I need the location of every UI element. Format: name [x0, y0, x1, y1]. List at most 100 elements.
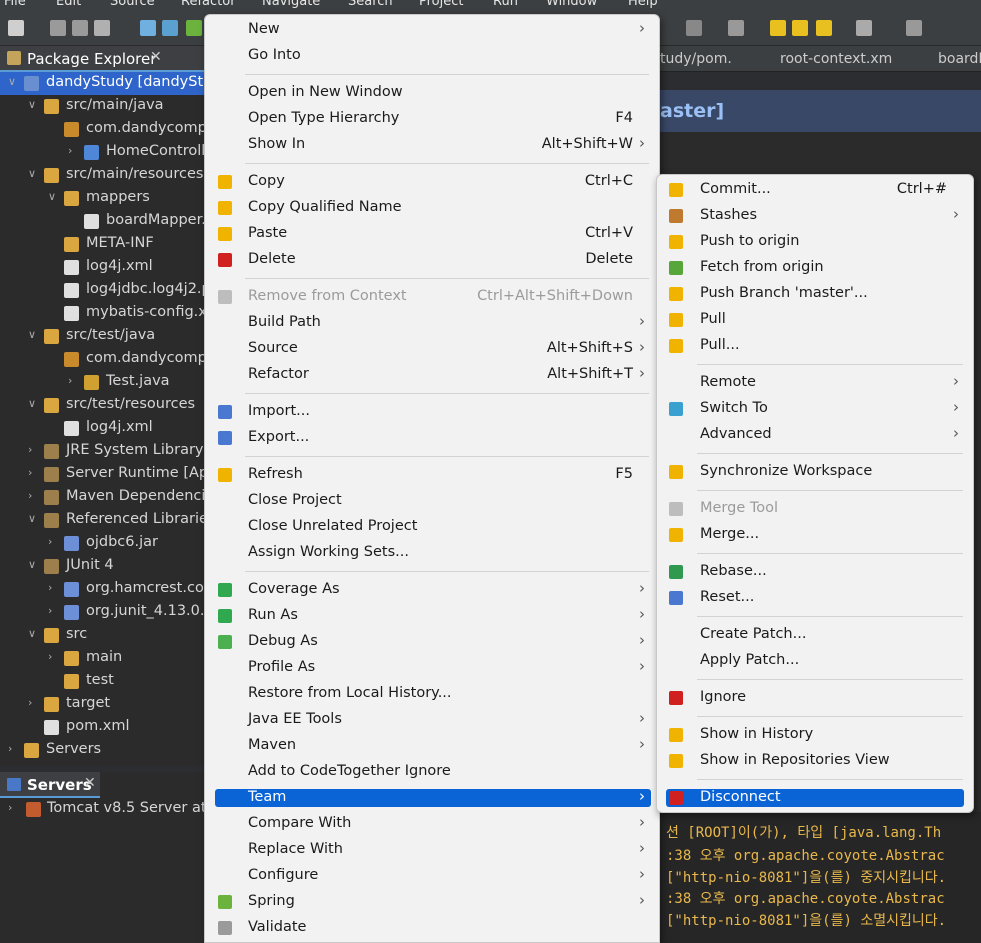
menu-item-synchronize-workspace[interactable]: Synchronize Workspace	[657, 459, 975, 485]
menu-item-create-patch[interactable]: Create Patch...	[657, 622, 975, 648]
next-annotation-icon[interactable]	[792, 20, 808, 36]
menu-item-export[interactable]: Export...	[205, 425, 661, 451]
chevron-right-icon[interactable]: ›	[68, 144, 78, 157]
chevron-right-icon[interactable]: ›	[28, 489, 38, 502]
tree-item-server-runtime-apache-tomcat-v8-5[interactable]: › Server Runtime [Apache Tomcat v8.5]	[0, 463, 210, 486]
menu-item-validate[interactable]: Validate	[205, 915, 661, 941]
menu-item-java-ee-tools[interactable]: Java EE Tools ›	[205, 707, 661, 733]
menu-item-build-path[interactable]: Build Path ›	[205, 310, 661, 336]
menu-item-close-unrelated-project[interactable]: Close Unrelated Project	[205, 514, 661, 540]
chevron-right-icon[interactable]: ›	[28, 466, 38, 479]
tree-item-test-java[interactable]: › Test.java	[0, 371, 210, 394]
chevron-down-icon[interactable]: ∨	[28, 98, 38, 111]
chevron-down-icon[interactable]: ∨	[28, 512, 38, 525]
menu-help[interactable]: Help	[628, 0, 658, 9]
menu-item-ignore[interactable]: Ignore	[657, 685, 975, 711]
tree-item-com-dandycompany-study[interactable]: com.dandycompany.study	[0, 348, 210, 371]
tree-item-maven-dependencies[interactable]: › Maven Dependencies	[0, 486, 210, 509]
package-explorer-tab[interactable]: Package Explorer ✕	[0, 46, 210, 72]
menu-item-close-project[interactable]: Close Project	[205, 488, 661, 514]
menu-item-import[interactable]: Import...	[205, 399, 661, 425]
tree-item-meta-inf[interactable]: META-INF	[0, 233, 210, 256]
menu-item-pull[interactable]: Pull...	[657, 333, 975, 359]
save-icon[interactable]	[50, 20, 66, 36]
menu-item-show-in-repositories-view[interactable]: Show in Repositories View	[657, 748, 975, 774]
tree-item-junit-4[interactable]: ∨ JUnit 4	[0, 555, 210, 578]
menu-item-rebase[interactable]: Rebase...	[657, 559, 975, 585]
tree-item-log4j-xml[interactable]: log4j.xml	[0, 417, 210, 440]
tree-item-org-junit-4-13-0-v2020[interactable]: › org.junit_4.13.0.v2020	[0, 601, 210, 624]
save-all-icon[interactable]	[72, 20, 88, 36]
menu-item-disconnect[interactable]: Disconnect	[666, 789, 964, 807]
tree-item-pom-xml[interactable]: pom.xml	[0, 716, 210, 739]
menu-item-new[interactable]: New ›	[205, 17, 661, 43]
menu-item-stashes[interactable]: Stashes ›	[657, 203, 975, 229]
menu-navigate[interactable]: Navigate	[262, 0, 320, 9]
tree-item-target[interactable]: › target	[0, 693, 210, 716]
close-icon[interactable]: ✕	[84, 775, 96, 791]
tree-item-src-test-resources[interactable]: ∨ src/test/resources	[0, 394, 210, 417]
chevron-down-icon[interactable]: ∨	[48, 190, 58, 203]
servers-tab[interactable]: Servers ✕	[0, 772, 100, 798]
menu-source[interactable]: Source	[110, 0, 155, 9]
tree-item-test[interactable]: test	[0, 670, 210, 693]
menu-file[interactable]: File	[4, 0, 26, 9]
editor-tab-0[interactable]: tudy/pom.	[660, 51, 732, 67]
menu-item-coverage-as[interactable]: Coverage As ›	[205, 577, 661, 603]
prev-annotation-icon[interactable]	[770, 20, 786, 36]
chevron-right-icon[interactable]: ›	[28, 696, 38, 709]
menu-item-pull[interactable]: Pull	[657, 307, 975, 333]
menu-item-remote[interactable]: Remote ›	[657, 370, 975, 396]
tree-item-log4j-xml[interactable]: log4j.xml	[0, 256, 210, 279]
chevron-right-icon[interactable]: ›	[48, 604, 58, 617]
menu-window[interactable]: Window	[546, 0, 597, 9]
menu-item-push-to-origin[interactable]: Push to origin	[657, 229, 975, 255]
chevron-down-icon[interactable]: ∨	[28, 627, 38, 640]
tree-item-jre-system-library-javase-1-8[interactable]: › JRE System Library [JavaSE-1.8]	[0, 440, 210, 463]
menu-item-copy[interactable]: Copy Ctrl+C	[205, 169, 661, 195]
menu-item-replace-with[interactable]: Replace With ›	[205, 837, 661, 863]
chevron-right-icon[interactable]: ›	[48, 535, 58, 548]
menu-item-refactor[interactable]: Refactor Alt+Shift+T ›	[205, 362, 661, 388]
menu-item-assign-working-sets[interactable]: Assign Working Sets...	[205, 540, 661, 566]
menu-item-push-branch-master[interactable]: Push Branch 'master'...	[657, 281, 975, 307]
menu-item-spring[interactable]: Spring ›	[205, 889, 661, 915]
editor-tab-2[interactable]: boardM	[938, 51, 981, 67]
editor-tab-1[interactable]: root-context.xm	[780, 51, 892, 67]
menu-run[interactable]: Run	[493, 0, 518, 9]
menu-item-maven[interactable]: Maven ›	[205, 733, 661, 759]
chevron-down-icon[interactable]: ∨	[28, 328, 38, 341]
debug-toolbar-icon[interactable]	[140, 20, 156, 36]
menu-item-advanced[interactable]: Advanced ›	[657, 422, 975, 448]
forward-icon[interactable]	[856, 20, 872, 36]
chevron-down-icon[interactable]: ∨	[28, 397, 38, 410]
new-icon[interactable]	[8, 20, 24, 36]
tree-item-org-hamcrest-core-1-3-0[interactable]: › org.hamcrest.core_1.3.0	[0, 578, 210, 601]
menu-item-apply-patch[interactable]: Apply Patch...	[657, 648, 975, 674]
menu-item-restore-from-local-history[interactable]: Restore from Local History...	[205, 681, 661, 707]
menu-item-delete[interactable]: Delete Delete	[205, 247, 661, 273]
menu-item-debug-as[interactable]: Debug As ›	[205, 629, 661, 655]
tree-item-mybatis-config-xml[interactable]: mybatis-config.xml	[0, 302, 210, 325]
chevron-right-icon[interactable]: ›	[8, 801, 18, 814]
menu-item-open-type-hierarchy[interactable]: Open Type Hierarchy F4	[205, 106, 661, 132]
menu-item-open-in-new-window[interactable]: Open in New Window	[205, 80, 661, 106]
menu-item-run-as[interactable]: Run As ›	[205, 603, 661, 629]
tree-item-mappers[interactable]: ∨ mappers	[0, 187, 210, 210]
annotation-icon[interactable]	[686, 20, 702, 36]
chevron-right-icon[interactable]: ›	[8, 742, 18, 755]
close-icon[interactable]: ✕	[150, 49, 162, 65]
chevron-down-icon[interactable]: ∨	[28, 558, 38, 571]
search-toolbar-icon[interactable]	[162, 20, 178, 36]
chevron-right-icon[interactable]: ›	[48, 650, 58, 663]
menu-item-profile-as[interactable]: Profile As ›	[205, 655, 661, 681]
tree-item-boardmapper-xml[interactable]: boardMapper.xml	[0, 210, 210, 233]
menu-item-refresh[interactable]: Refresh F5	[205, 462, 661, 488]
chevron-down-icon[interactable]: ∨	[8, 75, 18, 88]
tree-item-log4jdbc-log4j2-properties[interactable]: log4jdbc.log4j2.properties	[0, 279, 210, 302]
menu-item-fetch-from-origin[interactable]: Fetch from origin	[657, 255, 975, 281]
tree-item-src-main-java[interactable]: ∨ src/main/java	[0, 95, 210, 118]
menu-project[interactable]: Project	[419, 0, 463, 9]
tree-item-com-dandycompany-study[interactable]: com.dandycompany.study	[0, 118, 210, 141]
menu-item-paste[interactable]: Paste Ctrl+V	[205, 221, 661, 247]
